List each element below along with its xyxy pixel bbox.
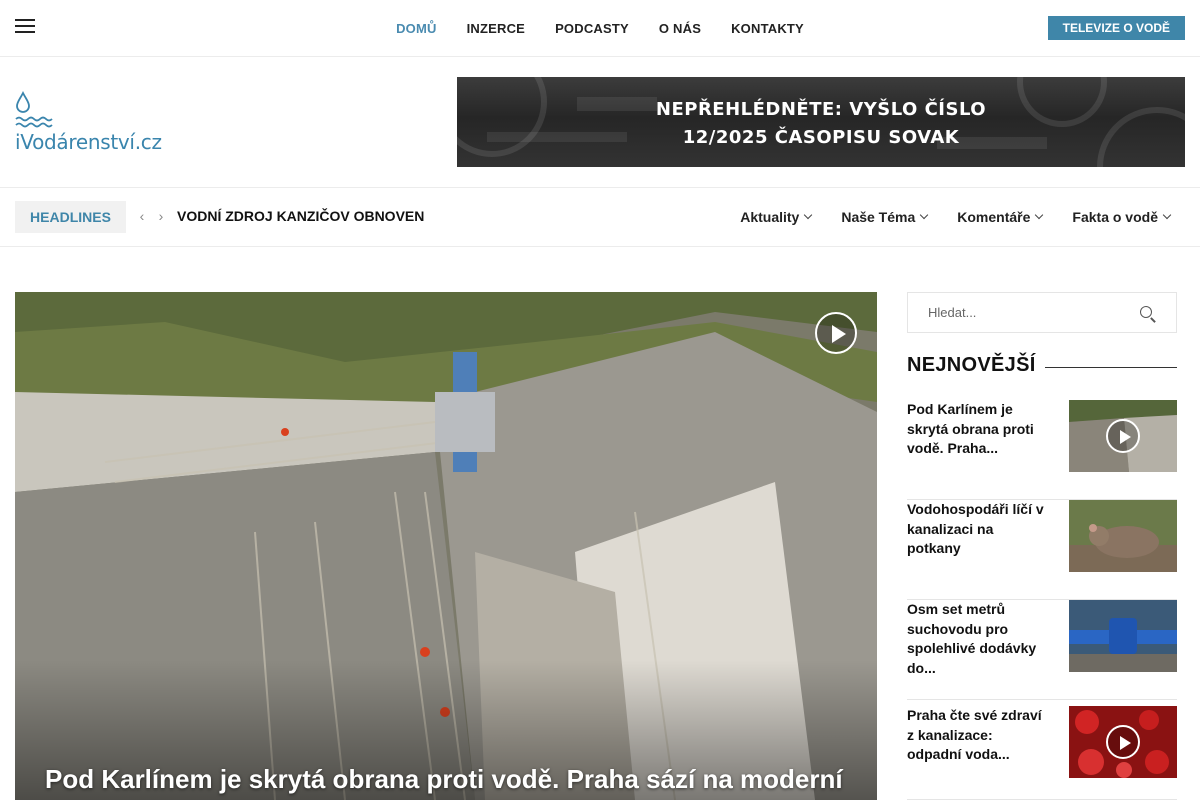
- logo-text: iVodárenství.cz: [15, 130, 162, 154]
- headline-ticker[interactable]: VODNÍ ZDROJ KANZIČOV OBNOVEN: [177, 208, 424, 224]
- latest-heading: NEJNOVĚJŠÍ: [907, 354, 1036, 376]
- latest-post[interactable]: Vodohospodáři líčí v kanalizaci na potka…: [907, 500, 1177, 600]
- chevron-down-icon: [1035, 210, 1044, 220]
- post-thumbnail[interactable]: [1069, 600, 1177, 672]
- nav-contacts[interactable]: KONTAKTY: [716, 21, 819, 36]
- site-logo[interactable]: iVodárenství.cz: [15, 90, 195, 160]
- top-navigation: DOMŮ INZERCE PODCASTY O NÁS KONTAKTY: [0, 0, 1200, 56]
- hero-title[interactable]: Pod Karlínem je skrytá obrana proti vodě…: [45, 764, 865, 795]
- chevron-down-icon: [804, 210, 813, 220]
- play-icon[interactable]: [815, 312, 857, 354]
- category-label: Aktuality: [740, 209, 800, 225]
- post-title[interactable]: Pod Karlínem je skrytá obrana proti vodě…: [907, 400, 1047, 459]
- post-title[interactable]: Vodohospodáři líčí v kanalizaci na potka…: [907, 500, 1047, 559]
- chevron-left-icon[interactable]: ‹: [137, 207, 147, 225]
- chevron-down-icon: [1162, 210, 1172, 220]
- play-icon[interactable]: [1106, 419, 1140, 453]
- latest-post[interactable]: Pod Karlínem je skrytá obrana proti vodě…: [907, 400, 1177, 500]
- hero-article[interactable]: Pod Karlínem je skrytá obrana proti vodě…: [15, 292, 877, 800]
- chevron-down-icon: [920, 210, 929, 220]
- top-bar: DOMŮ INZERCE PODCASTY O NÁS KONTAKTY TEL…: [0, 0, 1200, 57]
- magazine-banner[interactable]: NEPŘEHLÉDNĚTE: VYŠLO ČÍSLO 12/2025 ČASOP…: [457, 77, 1185, 167]
- thumbnail-image: [1069, 500, 1177, 572]
- tv-button[interactable]: TELEVIZE O VODĚ: [1047, 16, 1185, 40]
- site-header: iVodárenství.cz NEPŘEHLÉDNĚTE: VYŠLO ČÍS…: [0, 57, 1200, 188]
- nav-podcasts[interactable]: PODCASTY: [540, 21, 644, 36]
- category-aktuality[interactable]: Aktuality: [740, 209, 813, 225]
- post-thumbnail[interactable]: [1069, 500, 1177, 572]
- thumbnail-image: [1069, 600, 1177, 672]
- category-label: Fakta o vodě: [1072, 209, 1158, 225]
- category-fakta-o-vode[interactable]: Fakta o vodě: [1072, 209, 1172, 225]
- post-title[interactable]: Osm set metrů suchovodu pro spolehlivé d…: [907, 600, 1047, 678]
- post-thumbnail[interactable]: [1069, 706, 1177, 778]
- heading-divider: [1045, 367, 1177, 368]
- latest-post[interactable]: Osm set metrů suchovodu pro spolehlivé d…: [907, 600, 1177, 700]
- latest-post[interactable]: Praha čte své zdraví z kanalizace: odpad…: [907, 706, 1177, 800]
- category-label: Komentáře: [957, 209, 1031, 225]
- banner-headline: NEPŘEHLÉDNĚTE: VYŠLO ČÍSLO: [655, 99, 987, 120]
- nav-about[interactable]: O NÁS: [644, 21, 716, 36]
- post-thumbnail[interactable]: [1069, 400, 1177, 472]
- category-label: Naše Téma: [841, 209, 916, 225]
- post-title[interactable]: Praha čte své zdraví z kanalizace: odpad…: [907, 706, 1047, 765]
- play-icon[interactable]: [1106, 725, 1140, 759]
- category-komentare[interactable]: Komentáře: [957, 209, 1044, 225]
- hamburger-menu-icon[interactable]: [15, 19, 35, 35]
- banner-subheadline: 12/2025 ČASOPISU SOVAK: [682, 127, 960, 148]
- search-icon[interactable]: [1140, 306, 1156, 323]
- nav-advertising[interactable]: INZERCE: [452, 21, 540, 36]
- category-nase-tema[interactable]: Naše Téma: [841, 209, 929, 225]
- nav-home[interactable]: DOMŮ: [381, 21, 452, 36]
- category-navigation: Aktuality Naše Téma Komentáře Fakta o vo…: [740, 188, 1172, 246]
- search-box: [907, 292, 1177, 333]
- category-bar: HEADLINES ‹ › VODNÍ ZDROJ KANZIČOV OBNOV…: [0, 188, 1200, 247]
- headlines-label: HEADLINES: [15, 201, 126, 233]
- chevron-right-icon[interactable]: ›: [156, 207, 166, 225]
- water-drop-icon: [15, 90, 53, 128]
- search-input[interactable]: [908, 293, 1133, 332]
